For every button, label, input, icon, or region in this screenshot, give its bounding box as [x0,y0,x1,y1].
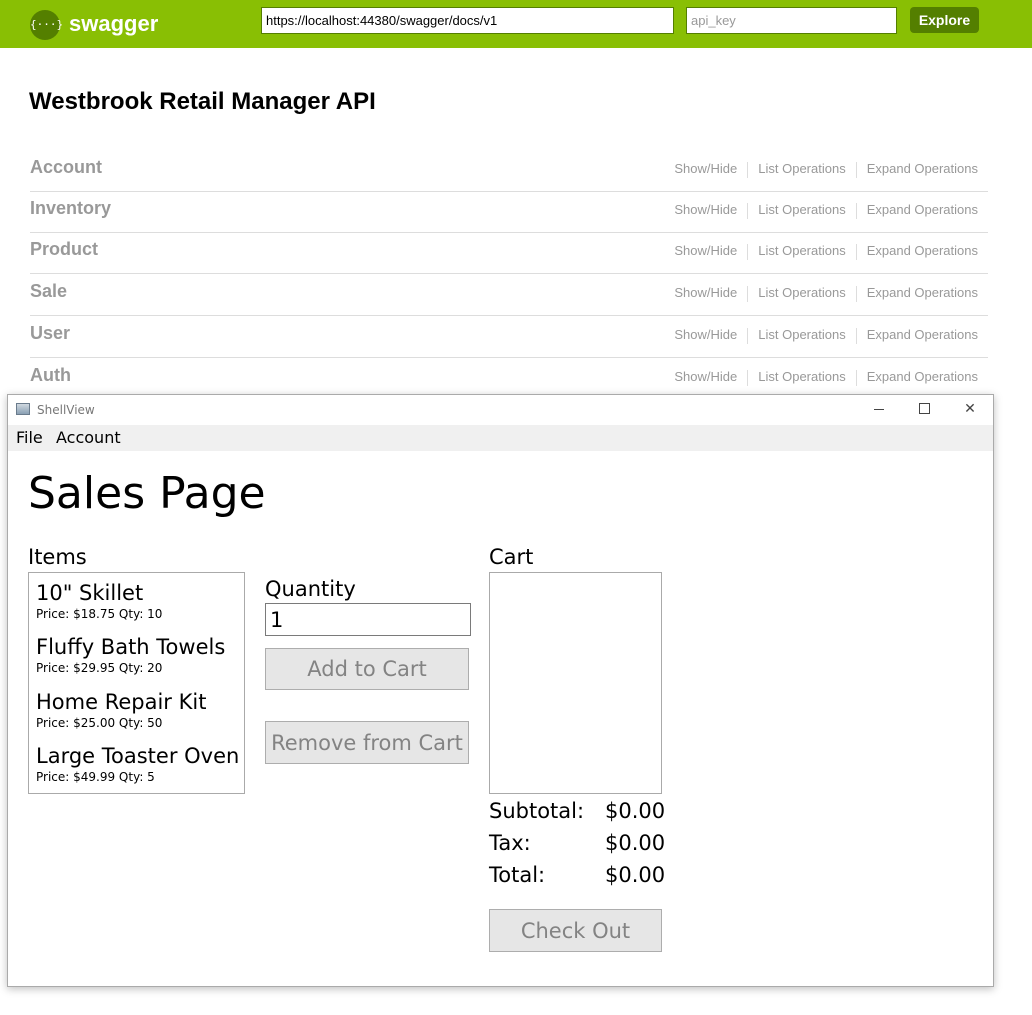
window-title: ShellView [37,403,95,417]
show-hide-link[interactable]: Show/Hide [674,285,737,301]
shellview-window: ShellView ✕ File Account Sales Page Item… [7,394,994,987]
divider [747,161,749,178]
list-operations-link[interactable]: List Operations [758,369,845,385]
item-meta: Price: $49.99 Qty: 5 [36,770,155,784]
item-name: Home Repair Kit [36,690,207,714]
items-list[interactable]: 10" Skillet Price: $18.75 Qty: 10 Fluffy… [28,572,245,794]
divider [747,243,749,260]
remove-from-cart-button[interactable]: Remove from Cart [265,721,469,764]
resource-user: User Show/Hide List Operations Expand Oper… [30,317,988,358]
resource-inventory: Inventory Show/Hide List Operations Expand… [30,192,988,233]
divider [855,161,857,178]
maximize-icon[interactable] [901,395,947,424]
menu-account[interactable]: Account [56,428,121,448]
resource-name[interactable]: Inventory [30,196,111,220]
items-label: Items [28,545,87,569]
item-meta: Price: $29.95 Qty: 20 [36,661,163,675]
resource-ops: Show/Hide List Operations Expand Operation… [674,161,978,178]
list-operations-link[interactable]: List Operations [758,202,845,218]
item-name: 10" Skillet [36,581,144,605]
swagger-brand[interactable]: swagger [69,10,158,38]
total-value: $0.00 [605,863,666,887]
page-title: Sales Page [28,468,266,519]
expand-operations-link[interactable]: Expand Operations [867,285,978,301]
list-item[interactable]: Large Toaster Oven Price: $49.99 Qty: 5 [36,743,239,785]
resource-name[interactable]: User [30,321,70,345]
check-out-button[interactable]: Check Out [489,909,662,952]
swagger-logo-icon: {···} [30,10,63,40]
expand-operations-link[interactable]: Expand Operations [867,161,978,177]
list-item[interactable]: Fluffy Bath Towels Price: $29.95 Qty: 20 [36,634,225,676]
list-item[interactable]: Home Repair Kit Price: $25.00 Qty: 50 [36,689,206,731]
menu-file[interactable]: File [16,428,43,448]
list-operations-link[interactable]: List Operations [758,285,845,301]
resource-ops: Show/Hide List Operations Expand Operation… [674,369,978,386]
resource-ops: Show/Hide List Operations Expand Operation… [674,285,978,302]
list-operations-link[interactable]: List Operations [758,243,845,259]
app-icon [16,403,30,415]
resource-ops: Show/Hide List Operations Expand Operation… [674,327,978,344]
api-title: Westbrook Retail Manager API [29,88,376,115]
subtotal-label: Subtotal: [489,799,585,823]
divider [747,202,749,219]
close-icon[interactable]: ✕ [947,395,993,424]
item-name: Fluffy Bath Towels [36,635,226,659]
window-titlebar[interactable]: ShellView ✕ [8,395,993,424]
resource-ops: Show/Hide List Operations Expand Operation… [674,243,978,260]
menu-bar: File Account [8,425,993,451]
resource-product: Product Show/Hide List Operations Expand O… [30,233,988,274]
explore-button[interactable]: Explore [910,7,979,33]
tax-label: Tax: [489,831,531,855]
divider [855,327,857,344]
quantity-label: Quantity [265,577,356,601]
show-hide-link[interactable]: Show/Hide [674,161,737,177]
divider [855,243,857,260]
tax-value: $0.00 [605,831,666,855]
expand-operations-link[interactable]: Expand Operations [867,243,978,259]
cart-label: Cart [489,545,534,569]
divider [855,285,857,302]
api-url-input[interactable] [261,7,674,34]
resource-name[interactable]: Sale [30,279,67,303]
divider [855,202,857,219]
divider [747,369,749,386]
expand-operations-link[interactable]: Expand Operations [867,327,978,343]
resource-name[interactable]: Product [30,237,98,261]
item-meta: Price: $18.75 Qty: 10 [36,607,163,621]
resource-name[interactable]: Auth [30,363,71,387]
item-name: Large Toaster Oven [36,744,240,768]
list-operations-link[interactable]: List Operations [758,161,845,177]
expand-operations-link[interactable]: Expand Operations [867,369,978,385]
api-key-input[interactable] [686,7,897,34]
item-meta: Price: $25.00 Qty: 50 [36,716,163,730]
expand-operations-link[interactable]: Expand Operations [867,202,978,218]
divider [747,285,749,302]
list-operations-link[interactable]: List Operations [758,327,845,343]
add-to-cart-button[interactable]: Add to Cart [265,648,469,690]
divider [855,369,857,386]
resource-name[interactable]: Account [30,155,102,179]
subtotal-value: $0.00 [605,799,666,823]
show-hide-link[interactable]: Show/Hide [674,327,737,343]
show-hide-link[interactable]: Show/Hide [674,202,737,218]
total-label: Total: [489,863,546,887]
divider [747,327,749,344]
swagger-header: {···} swagger Explore [0,0,1032,48]
resource-ops: Show/Hide List Operations Expand Operation… [674,202,978,219]
show-hide-link[interactable]: Show/Hide [674,369,737,385]
list-item[interactable]: 10" Skillet Price: $18.75 Qty: 10 [36,580,162,622]
resource-sale: Sale Show/Hide List Operations Expand Oper… [30,275,988,316]
quantity-input[interactable] [265,603,471,636]
show-hide-link[interactable]: Show/Hide [674,243,737,259]
resource-account: Account Show/Hide List Operations Expand O… [30,151,988,192]
minimize-icon[interactable] [856,395,902,424]
cart-list[interactable] [489,572,662,794]
